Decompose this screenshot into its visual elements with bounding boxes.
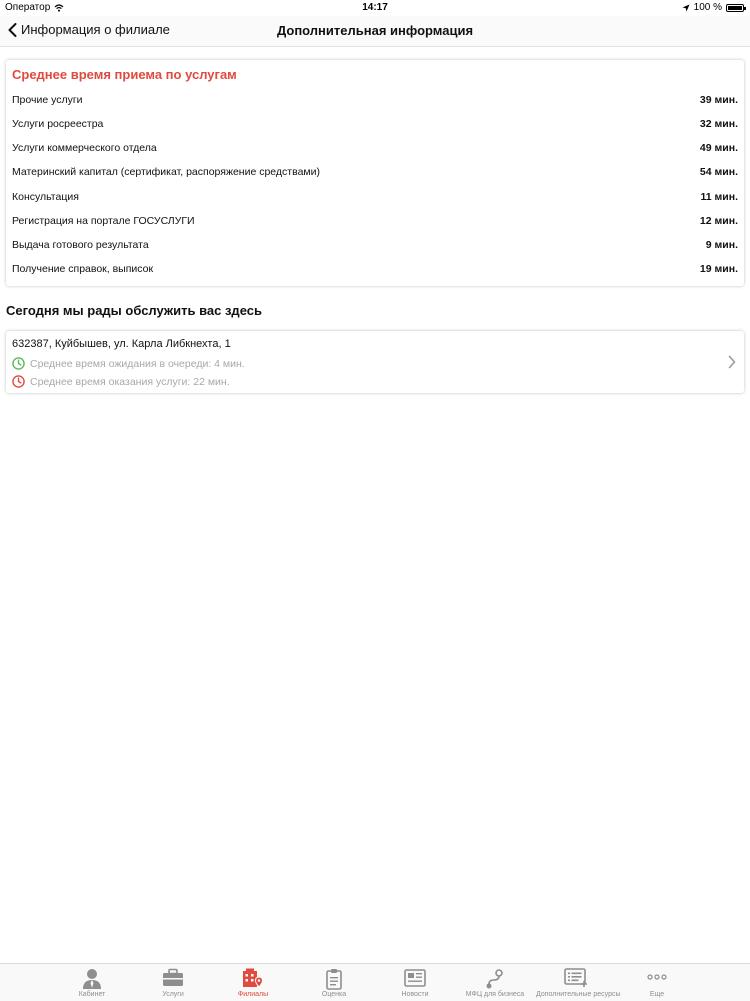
service-row: Консультация 11 мин.: [12, 189, 738, 207]
service-row: Выдача готового результата 9 мин.: [12, 237, 738, 255]
service-row: Услуги коммерческого отдела 49 мин.: [12, 140, 738, 158]
clock-icon: [12, 375, 25, 388]
service-name: Получение справок, выписок: [12, 263, 154, 275]
tab-label: Оценка: [321, 991, 347, 998]
tab-label: Дополнительные ресурсы: [536, 991, 621, 998]
building-pin-icon: [243, 968, 264, 988]
chevron-right-icon: [728, 355, 736, 369]
service-row: Прочие услуги 39 мин.: [12, 92, 738, 110]
status-time: 14:17: [362, 2, 388, 13]
wait-time-line: Среднее время ожидания в очереди: 4 мин.: [12, 357, 245, 370]
service-name: Консультация: [12, 191, 79, 203]
page-title: Дополнительная информация: [276, 23, 474, 38]
tab-rating[interactable]: Оценка: [294, 964, 374, 1001]
service-name: Прочие услуги: [12, 94, 83, 106]
tab-label: Кабинет: [78, 991, 106, 998]
battery-label: 100 %: [693, 2, 722, 13]
newspaper-icon: [404, 969, 426, 987]
tab-business[interactable]: МФЦ для бизнеса: [455, 964, 535, 1001]
tab-label: Услуги: [162, 991, 184, 998]
service-time: 12 мин.: [699, 215, 738, 227]
tab-more[interactable]: Еще: [617, 964, 697, 1001]
branch-section-title: Сегодня мы рады обслужить вас здесь: [6, 303, 262, 318]
service-name: Выдача готового результата: [12, 239, 149, 251]
service-time: 49 мин.: [699, 142, 738, 154]
tab-resources[interactable]: Дополнительные ресурсы: [536, 964, 621, 1001]
battery-icon: [726, 3, 746, 12]
services-time-card: Среднее время приема по услугам Прочие у…: [6, 60, 744, 286]
service-time: 54 мин.: [699, 166, 738, 178]
service-time: 19 мин.: [699, 263, 738, 275]
tab-label: Еще: [649, 991, 665, 998]
service-time: 32 мин.: [699, 118, 738, 130]
tab-label: Филиалы: [237, 991, 269, 998]
service-name: Материнский капитал (сертификат, распоря…: [12, 166, 320, 178]
service-row: Регистрация на портале ГОСУСЛУГИ 12 мин.: [12, 213, 738, 231]
tab-branches[interactable]: Филиалы: [213, 964, 293, 1001]
service-name: Регистрация на портале ГОСУСЛУГИ: [12, 215, 195, 227]
service-row: Материнский капитал (сертификат, распоря…: [12, 164, 738, 182]
more-icon: [647, 974, 667, 980]
service-time: 39 мин.: [699, 94, 738, 106]
tab-services[interactable]: Услуги: [133, 964, 213, 1001]
clock-icon: [12, 357, 25, 370]
branch-address: 632387, Куйбышев, ул. Карла Либкнехта, 1: [12, 338, 231, 350]
service-time-line: Среднее время оказания услуги: 22 мин.: [12, 375, 230, 388]
tab-cabinet[interactable]: Кабинет: [52, 964, 132, 1001]
service-time-text: Среднее время оказания услуги: 22 мин.: [30, 375, 230, 388]
location-arrow-icon: [682, 4, 690, 11]
status-right: 100 %: [682, 2, 746, 13]
person-icon: [83, 969, 101, 989]
services-card-title: Среднее время приема по услугам: [12, 67, 237, 82]
clipboard-icon: [326, 969, 342, 990]
list-add-icon: [564, 968, 587, 987]
tab-bar: Кабинет Услуги Филиалы Оценка Новости МФ…: [0, 963, 750, 1001]
tab-news[interactable]: Новости: [375, 964, 455, 1001]
navigation-bar: Информация о филиале Дополнительная инфо…: [0, 16, 750, 47]
service-time: 9 мин.: [705, 239, 738, 251]
service-row: Услуги росреестра 32 мин.: [12, 116, 738, 134]
wait-time-text: Среднее время ожидания в очереди: 4 мин.: [30, 357, 245, 370]
briefcase-icon: [163, 968, 183, 986]
service-time: 11 мин.: [700, 191, 739, 203]
status-bar: Оператор 14:17 100 %: [0, 0, 750, 16]
service-row: Получение справок, выписок 19 мин.: [12, 261, 738, 279]
branch-card[interactable]: 632387, Куйбышев, ул. Карла Либкнехта, 1…: [6, 331, 744, 393]
tab-label: МФЦ для бизнеса: [465, 991, 525, 998]
service-name: Услуги коммерческого отдела: [12, 142, 157, 154]
route-icon: [486, 969, 503, 989]
tab-label: Новости: [401, 991, 429, 998]
service-name: Услуги росреестра: [12, 118, 104, 130]
